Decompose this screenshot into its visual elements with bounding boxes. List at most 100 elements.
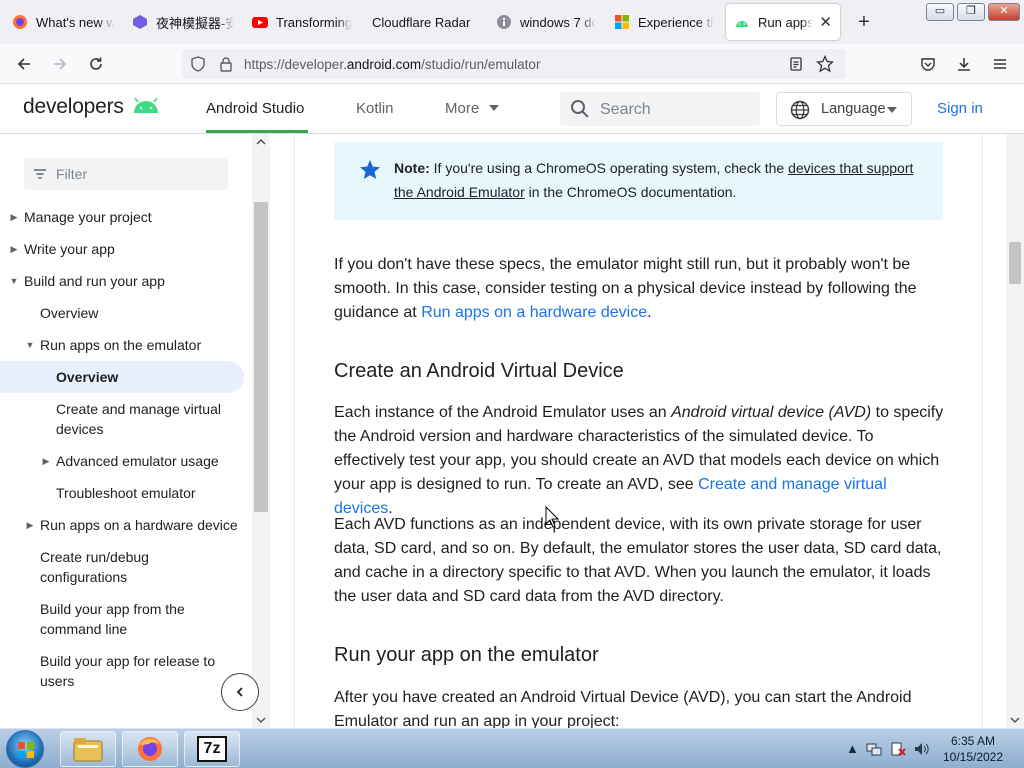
sign-in-link[interactable]: Sign in — [937, 100, 983, 117]
tab-run-apps-active[interactable]: Run apps on ✕ — [726, 4, 840, 40]
url-prefix: https://developer. — [244, 57, 347, 72]
sidebar-item-advanced-emulator[interactable]: ▶ Advanced emulator usage — [43, 451, 219, 471]
sidebar-item-release[interactable]: Build your app for release to users — [40, 651, 230, 691]
mouse-cursor-icon — [545, 506, 559, 528]
scroll-down-icon — [256, 717, 266, 724]
sidebar-scrollbar[interactable] — [252, 134, 270, 728]
window-close-button[interactable]: ✕ — [988, 3, 1020, 21]
nav-android-studio[interactable]: Android Studio — [206, 100, 304, 117]
lock-icon[interactable] — [218, 56, 234, 77]
expand-caret-icon[interactable]: ▶ — [8, 207, 20, 227]
tab-experience[interactable]: Experience the — [606, 4, 722, 40]
star-icon — [360, 160, 380, 179]
page-scrollbar[interactable] — [1006, 134, 1024, 728]
heading-run-app: Run your app on the emulator — [334, 644, 599, 666]
firefox-icon — [138, 737, 162, 761]
restore-button[interactable]: ❐ — [957, 3, 985, 21]
globe-icon — [790, 100, 810, 120]
language-selector[interactable]: Language — [776, 92, 912, 126]
tab-cloudflare[interactable]: Cloudflare Radar — [364, 4, 486, 40]
tab-whats-new[interactable]: What's new wi — [4, 4, 122, 40]
reader-view-icon[interactable] — [788, 56, 804, 77]
sidebar-scroll-thumb[interactable] — [254, 202, 268, 512]
note-callout: Note: If you're using a ChromeOS operati… — [334, 142, 943, 220]
tab-nox[interactable]: 夜神模擬器-安 — [124, 4, 242, 40]
tab-transforming[interactable]: Transforming — [244, 4, 362, 40]
filter-input[interactable]: Filter — [24, 158, 228, 190]
sidebar-item-write-app[interactable]: ▶ Write your app — [11, 239, 115, 259]
forward-button[interactable] — [48, 52, 72, 76]
clock-date: 10/15/2022 — [942, 750, 1004, 764]
taskbar-firefox[interactable] — [122, 731, 178, 767]
tab-label: Transforming — [276, 14, 353, 30]
url-text[interactable]: https://developer.android.com/studio/run… — [244, 57, 540, 72]
sidebar-item-emulator-overview[interactable]: Overview — [56, 367, 118, 387]
expand-caret-icon[interactable]: ▶ — [40, 451, 52, 471]
start-button[interactable] — [6, 730, 44, 768]
sidebar-item-run-emulator[interactable]: ▼ Run apps on the emulator — [26, 335, 202, 355]
tab-label: 夜神模擬器-安 — [156, 15, 234, 31]
expand-caret-icon[interactable]: ▶ — [24, 515, 36, 535]
downloads-button[interactable] — [952, 52, 976, 76]
network-icon[interactable] — [866, 741, 882, 760]
collapse-caret-icon[interactable]: ▼ — [8, 271, 20, 291]
menu-button[interactable] — [988, 52, 1012, 76]
nav-more-label: More — [445, 100, 480, 117]
sidebar-item-command-line[interactable]: Build your app from the command line — [40, 599, 210, 639]
youtube-icon — [252, 14, 268, 30]
sidebar-item-overview[interactable]: Overview — [40, 303, 98, 323]
new-tab-button[interactable]: + — [852, 10, 876, 34]
shield-icon[interactable] — [190, 56, 206, 77]
address-bar[interactable]: https://developer.android.com/studio/run… — [182, 49, 846, 79]
paragraph-text: Each instance of the Android Emulator us… — [334, 404, 672, 421]
expand-caret-icon[interactable]: ▶ — [8, 239, 20, 259]
pocket-button[interactable] — [916, 52, 940, 76]
sidebar-item-build-run[interactable]: ▼ Build and run your app — [10, 271, 165, 291]
system-clock[interactable]: 6:35 AM 10/15/2022 — [938, 733, 1008, 765]
close-tab-icon[interactable]: ✕ — [819, 13, 832, 31]
sidebar-item-manage-project[interactable]: ▶ Manage your project — [11, 207, 152, 227]
language-label: Language — [821, 101, 886, 117]
reload-button[interactable] — [84, 52, 108, 76]
volume-icon[interactable] — [914, 741, 930, 760]
windows-taskbar: 7z ▲ 6:35 AM 10/15/2022 — [0, 728, 1024, 768]
7zip-label: 7z — [203, 740, 221, 757]
paragraph-avd-intro: Each instance of the Android Emulator us… — [334, 401, 944, 521]
sidebar-item-label: Build and run your app — [24, 273, 165, 289]
clock-time: 6:35 AM — [950, 734, 996, 748]
taskbar-file-explorer[interactable] — [60, 731, 116, 767]
reload-icon — [90, 57, 102, 70]
bookmark-star-icon[interactable] — [815, 54, 835, 78]
nox-icon — [132, 14, 148, 30]
sidebar-item-create-manage-avd[interactable]: Create and manage virtual devices — [56, 399, 236, 439]
info-icon — [496, 14, 512, 30]
active-nav-underline — [206, 130, 308, 133]
firefox-icon — [12, 14, 28, 30]
file-explorer-icon — [73, 738, 103, 762]
7zip-icon: 7z — [197, 736, 227, 762]
minimize-button[interactable]: ▭ — [926, 3, 954, 21]
note-body: If you're using a ChromeOS operating sys… — [429, 160, 789, 176]
page-scroll-thumb[interactable] — [1009, 242, 1021, 284]
nav-kotlin[interactable]: Kotlin — [356, 100, 394, 117]
sidebar-item-hardware-device[interactable]: ▶ Run apps on a hardware device — [27, 515, 238, 535]
action-center-icon[interactable] — [890, 741, 906, 760]
sidebar-item-run-debug-config[interactable]: Create run/debug configurations — [40, 547, 190, 587]
back-button[interactable] — [12, 52, 36, 76]
show-hidden-icons-icon[interactable]: ▲ — [846, 741, 859, 756]
sidebar-item-troubleshoot[interactable]: Troubleshoot emulator — [56, 483, 196, 503]
collapse-sidebar-button[interactable] — [221, 673, 259, 711]
url-domain: android.com — [346, 57, 422, 72]
tab-windows7[interactable]: windows 7 dov — [488, 4, 604, 40]
sidebar-item-label: Write your app — [24, 241, 115, 257]
search-placeholder: Search — [600, 101, 651, 118]
hardware-device-link[interactable]: Run apps on a hardware device — [421, 304, 647, 321]
tab-label: What's new wi — [36, 14, 114, 30]
collapse-caret-icon[interactable]: ▼ — [24, 335, 36, 355]
taskbar-7zip[interactable]: 7z — [184, 731, 240, 767]
search-input[interactable]: Search — [560, 92, 760, 126]
developers-logo[interactable]: developers — [23, 95, 160, 119]
nav-more[interactable]: More — [445, 100, 500, 117]
browser-toolbar: https://developer.android.com/studio/run… — [0, 44, 1024, 84]
paragraph-end: . — [647, 304, 652, 321]
